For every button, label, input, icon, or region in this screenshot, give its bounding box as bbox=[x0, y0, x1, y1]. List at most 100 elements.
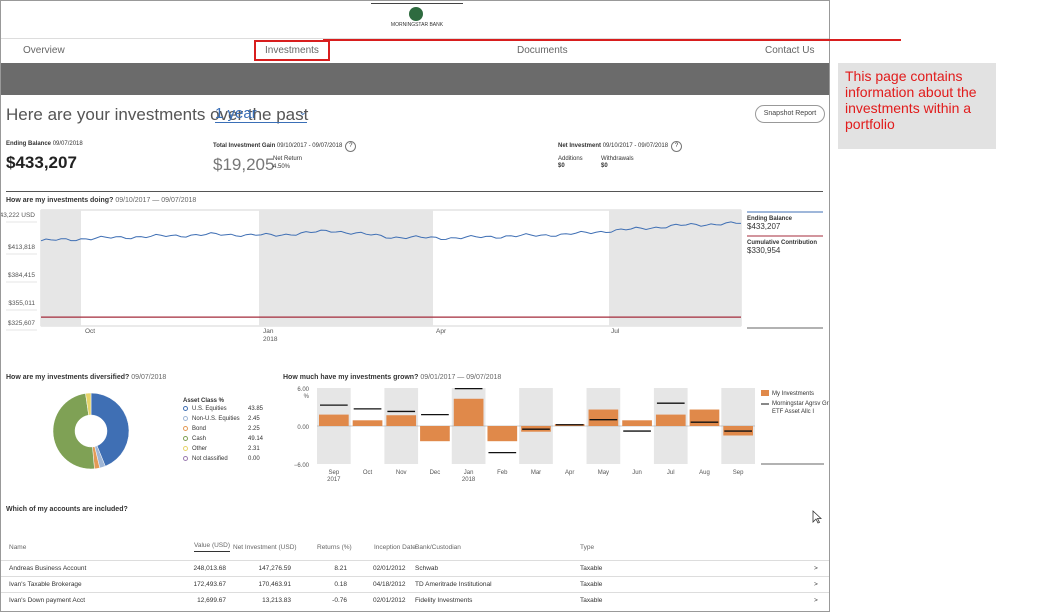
bar-my-investments bbox=[420, 426, 450, 442]
account-bank: Schwab bbox=[415, 565, 439, 572]
account-net-investment: 170,463.91 bbox=[258, 581, 291, 588]
asset-legend-item: Not classified 0.00 bbox=[183, 456, 260, 463]
account-type: Taxable bbox=[580, 597, 603, 604]
account-net-investment: 13,213.83 bbox=[262, 597, 291, 604]
asset-legend-item: Cash 49.14 bbox=[183, 436, 263, 443]
y-tick-label: $355,011 bbox=[8, 300, 35, 307]
shade-band bbox=[259, 210, 433, 326]
asset-label: U.S. Equities bbox=[192, 406, 227, 413]
col-returns[interactable]: Returns (%) bbox=[317, 544, 352, 551]
account-name: Ivan's Taxable Brokerage bbox=[9, 581, 82, 588]
legend-dot-icon bbox=[183, 446, 188, 451]
account-name: Andreas Business Account bbox=[9, 565, 87, 572]
col-value[interactable]: Value (USD) bbox=[194, 542, 231, 552]
legend-dot-icon bbox=[183, 426, 188, 431]
legend-bench-label: Morningstar Agrsv Gr bbox=[772, 401, 829, 407]
account-type: Taxable bbox=[580, 565, 603, 572]
asset-legend-item: Non-U.S. Equities 2.45 bbox=[183, 416, 260, 423]
asset-label: Cash bbox=[192, 436, 207, 443]
x-tick-label: 2018 bbox=[263, 336, 278, 343]
bar-my-investments bbox=[588, 409, 619, 426]
account-bank: TD Ameritrade Institutional bbox=[415, 581, 492, 588]
chevron-right-icon[interactable]: > bbox=[814, 581, 818, 588]
x-tick-label: Mar bbox=[531, 470, 541, 476]
period-select[interactable]: 1 year ⌄ bbox=[215, 105, 307, 123]
table-row[interactable]: Ivan's Down payment Acct 12,699.67 13,213.… bbox=[1, 592, 829, 607]
asset-legend-item: Other 2.31 bbox=[183, 446, 260, 453]
asset-class-header: Asset Class % bbox=[183, 398, 225, 404]
account-bank: Fidelity Investments bbox=[415, 597, 473, 604]
x-tick-label: Jun bbox=[632, 470, 642, 476]
shade-band bbox=[609, 210, 741, 326]
legend-bench-label: ETF Asset Allc I bbox=[772, 409, 814, 415]
ending-balance-label: Ending Balance 09/07/2018 bbox=[6, 141, 83, 147]
y-tick-label: $413,818 bbox=[8, 244, 35, 251]
asset-value: 0.00 bbox=[248, 456, 260, 462]
x-tick-label: 2017 bbox=[327, 477, 341, 483]
bar-my-investments bbox=[453, 398, 484, 426]
gain-value: $19,205 bbox=[213, 155, 275, 174]
net-investment-label: Net Investment 09/10/2017 - 09/07/2018? bbox=[558, 141, 683, 152]
additions-value: $0 bbox=[558, 163, 565, 169]
legend-dot-icon bbox=[183, 436, 188, 441]
legend-contrib-value: $330,954 bbox=[747, 246, 781, 255]
table-row[interactable]: Andreas Business Account 248,013.68 147,27… bbox=[1, 560, 829, 575]
asset-label: Non-U.S. Equities bbox=[192, 416, 240, 423]
chevron-right-icon[interactable]: > bbox=[814, 597, 818, 604]
y-tick-label: 6.00 bbox=[297, 387, 309, 393]
y-tick-label: −6.00 bbox=[294, 463, 310, 469]
x-tick-label: Sep bbox=[733, 470, 744, 476]
grown-title: How much have my investments grown? 09/0… bbox=[283, 374, 502, 381]
y-tick-label: $325,607 bbox=[8, 320, 35, 327]
table-row[interactable]: Ivan's Taxable Brokerage 172,493.67 170,46… bbox=[1, 576, 829, 591]
asset-label: Other bbox=[192, 446, 208, 453]
tab-documents[interactable]: Documents bbox=[517, 45, 568, 56]
bar-my-investments bbox=[319, 414, 349, 426]
bank-logo[interactable]: MORNINGSTAR BANK bbox=[371, 1, 463, 31]
help-icon[interactable]: ? bbox=[345, 141, 357, 152]
y-unit-label: % bbox=[304, 394, 310, 400]
growth-bar-chart: 6.000.00−6.00%Sep2017Oct Nov Dec Jan2018Feb… bbox=[294, 387, 829, 483]
x-tick-label: Sep bbox=[329, 470, 340, 476]
tab-investments[interactable]: Investments bbox=[254, 40, 330, 61]
diversified-title: How are my investments diversified? 09/0… bbox=[6, 374, 167, 381]
help-icon[interactable]: ? bbox=[671, 141, 683, 152]
col-bank[interactable]: Bank/Custodian bbox=[415, 544, 461, 551]
account-name: Ivan's Down payment Acct bbox=[9, 597, 86, 604]
legend-dot-icon bbox=[183, 456, 188, 461]
account-type: Taxable bbox=[580, 581, 603, 588]
logo-rule bbox=[371, 3, 463, 4]
chevron-right-icon[interactable]: > bbox=[814, 565, 818, 572]
x-tick-label: Jul bbox=[667, 470, 675, 476]
account-inception: 02/01/2012 bbox=[373, 565, 406, 572]
snapshot-report-button[interactable]: Snapshot Report bbox=[755, 105, 825, 123]
x-tick-label: Jan bbox=[464, 470, 474, 476]
header-band bbox=[1, 63, 829, 95]
tab-contact-us[interactable]: Contact Us bbox=[765, 45, 814, 56]
additions-label: Additions bbox=[558, 156, 583, 162]
logo-brand: MORNINGSTAR BANK bbox=[390, 22, 444, 28]
account-value: 12,699.67 bbox=[197, 597, 226, 604]
ending-balance-value: $433,207 bbox=[6, 153, 77, 172]
net-return-label: Net Return bbox=[273, 156, 303, 162]
x-tick-label: Feb bbox=[497, 470, 508, 476]
account-value: 172,493.67 bbox=[193, 581, 226, 588]
bar-my-investments bbox=[487, 426, 518, 442]
asset-donut-chart bbox=[52, 392, 130, 470]
tab-overview[interactable]: Overview bbox=[23, 45, 65, 56]
account-inception: 02/01/2012 bbox=[373, 597, 406, 604]
x-tick-label: Aug bbox=[699, 470, 710, 476]
account-net-investment: 147,276.59 bbox=[258, 565, 291, 572]
x-tick-label: Jan bbox=[263, 328, 274, 335]
x-tick-label: Dec bbox=[430, 470, 441, 476]
bar-my-investments bbox=[386, 415, 417, 426]
asset-label: Bond bbox=[192, 426, 207, 433]
col-name[interactable]: Name bbox=[9, 544, 26, 551]
account-returns: 0.18 bbox=[334, 581, 347, 588]
asset-label: Not classified bbox=[192, 456, 228, 463]
x-tick-label: Nov bbox=[396, 470, 407, 476]
col-net-investment[interactable]: Net Investment (USD) bbox=[233, 544, 297, 551]
col-type[interactable]: Type bbox=[580, 544, 594, 551]
col-inception[interactable]: Inception Date bbox=[374, 544, 416, 551]
portfolio-page: MORNINGSTAR BANK Overview Investments Do… bbox=[0, 0, 830, 612]
